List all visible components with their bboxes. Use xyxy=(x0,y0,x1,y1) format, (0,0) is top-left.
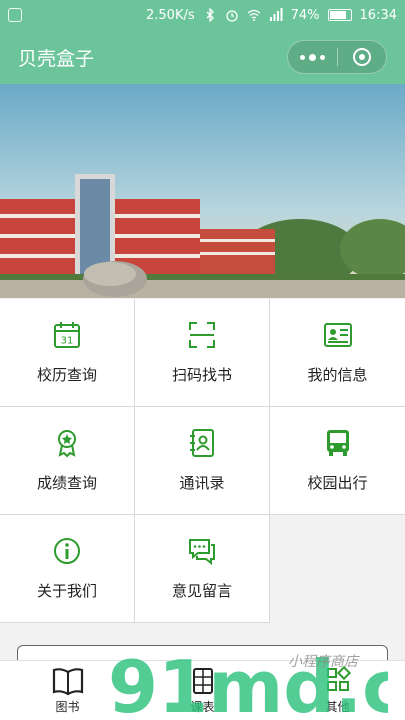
more-button[interactable] xyxy=(288,41,337,73)
tab-label: 其他 xyxy=(325,700,350,714)
tab-schedule[interactable]: 课表 xyxy=(135,661,270,720)
battery-percent: 74% xyxy=(290,7,320,23)
apps-icon xyxy=(326,666,351,691)
scan-icon xyxy=(189,322,215,348)
menu-grid: 31 校历查询 扫码找书 我的信息 成绩查询 通讯录 校园出行 关于我们 意见留… xyxy=(0,299,405,623)
id-card-icon xyxy=(323,323,352,347)
empty-cell xyxy=(270,515,405,623)
menu-item-scan[interactable]: 扫码找书 xyxy=(135,299,270,407)
menu-label: 校历查询 xyxy=(36,366,97,384)
menu-label: 校园出行 xyxy=(307,474,368,492)
menu-label: 通讯录 xyxy=(179,474,225,492)
network-speed: 2.50K/s xyxy=(146,7,195,23)
battery-icon xyxy=(327,9,352,21)
status-bar: 2.50K/s 74% 16:34 xyxy=(0,0,405,30)
menu-item-feedback[interactable]: 意见留言 xyxy=(135,515,270,623)
menu-item-my-info[interactable]: 我的信息 xyxy=(270,299,405,407)
message-icon xyxy=(189,539,215,566)
wifi-icon xyxy=(247,8,261,22)
menu-item-grades[interactable]: 成绩查询 xyxy=(0,407,135,515)
tab-label: 图书 xyxy=(55,700,80,714)
calendar-day: 31 xyxy=(61,336,74,347)
menu-item-calendar[interactable]: 31 校历查询 xyxy=(0,299,135,407)
menu-label: 成绩查询 xyxy=(36,474,97,492)
page-title: 贝壳盒子 xyxy=(18,47,95,70)
more-dots-icon xyxy=(299,53,325,61)
close-button[interactable] xyxy=(338,41,387,73)
tab-other[interactable]: 其他 xyxy=(270,661,405,720)
schedule-icon xyxy=(192,668,213,694)
miniprogram-capsule xyxy=(287,40,387,74)
menu-label: 扫码找书 xyxy=(171,366,232,384)
nav-bar: 贝壳盒子 xyxy=(0,30,405,84)
tab-label: 课表 xyxy=(190,700,215,714)
menu-label: 关于我们 xyxy=(36,582,97,600)
contacts-icon xyxy=(190,429,214,457)
menu-item-about[interactable]: 关于我们 xyxy=(0,515,135,623)
bluetooth-icon xyxy=(203,7,217,23)
medal-icon xyxy=(58,430,76,458)
campus-banner xyxy=(0,84,405,298)
info-icon xyxy=(54,538,80,564)
tab-bar: 图书 课表 其他 xyxy=(0,660,405,720)
calendar-icon: 31 xyxy=(54,322,80,348)
close-circle-icon xyxy=(352,48,371,66)
clock: 16:34 xyxy=(359,7,397,23)
bus-icon xyxy=(326,430,349,456)
menu-label: 意见留言 xyxy=(171,582,232,600)
notification-icon xyxy=(8,8,22,22)
book-icon xyxy=(52,668,83,696)
alarm-icon xyxy=(225,8,239,22)
menu-item-transit[interactable]: 校园出行 xyxy=(270,407,405,515)
menu-item-contacts[interactable]: 通讯录 xyxy=(135,407,270,515)
menu-label: 我的信息 xyxy=(307,366,368,384)
signal-icon xyxy=(269,8,283,22)
tab-books[interactable]: 图书 xyxy=(0,661,135,720)
